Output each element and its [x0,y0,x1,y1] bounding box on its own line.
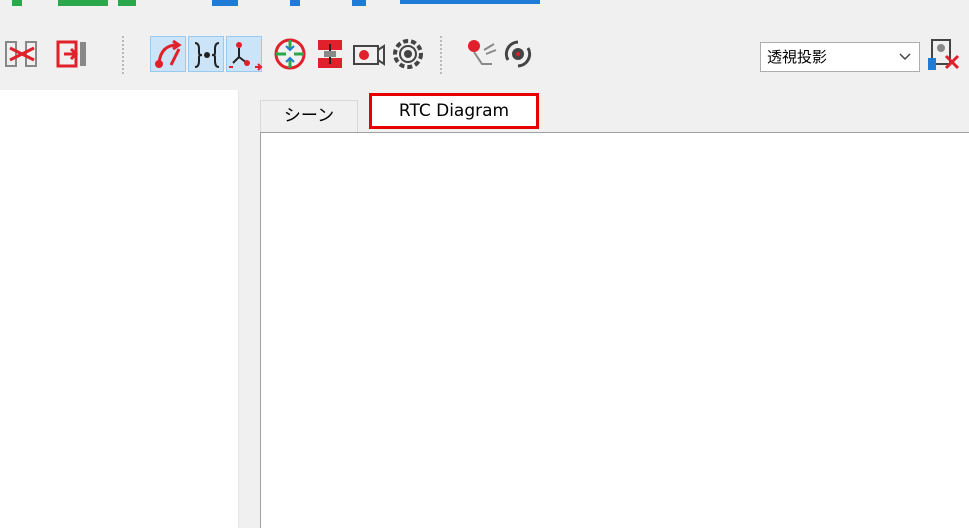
upper-toolbar-fragment [0,0,969,14]
upper-blue-fragment-icon [290,0,300,6]
upper-blue-fragment-icon [400,0,540,4]
tab-scene[interactable]: シーン [260,100,358,132]
braces-icon[interactable] [188,36,224,72]
upper-green-fragment-icon [12,0,22,6]
camera-icon[interactable] [350,36,386,72]
toolbar-separator [440,36,442,74]
rtc-diagram-canvas[interactable] [260,132,969,528]
main-toolbar: 透視投影 [0,14,969,91]
left-panel [0,90,238,528]
upper-green-fragment-icon [118,0,136,6]
rotate-icon[interactable] [500,36,536,72]
rtc-link-icon[interactable] [150,36,186,72]
upper-green-fragment-icon [58,0,108,6]
exit-icon[interactable] [54,36,90,72]
upper-blue-fragment-icon [352,0,366,6]
settings-icon[interactable] [926,36,962,72]
left-panel-scrollbar[interactable] [238,90,261,528]
chevron-down-icon [897,43,913,71]
target-crosshair-icon[interactable] [272,36,308,72]
upper-blue-fragment-icon [212,0,238,6]
gear-icon[interactable] [390,36,426,72]
disconnect-icon[interactable] [4,36,40,72]
tab-strip: シーン RTC Diagram [260,90,969,132]
tab-rtc-diagram[interactable]: RTC Diagram [369,93,539,129]
component-tree-icon[interactable] [226,36,263,72]
projection-dropdown-value: 透視投影 [767,48,828,66]
toolbar-separator [122,36,124,74]
projection-dropdown[interactable]: 透視投影 [760,42,920,72]
view-camera-icon[interactable] [462,36,498,72]
compress-icon[interactable] [312,36,348,72]
